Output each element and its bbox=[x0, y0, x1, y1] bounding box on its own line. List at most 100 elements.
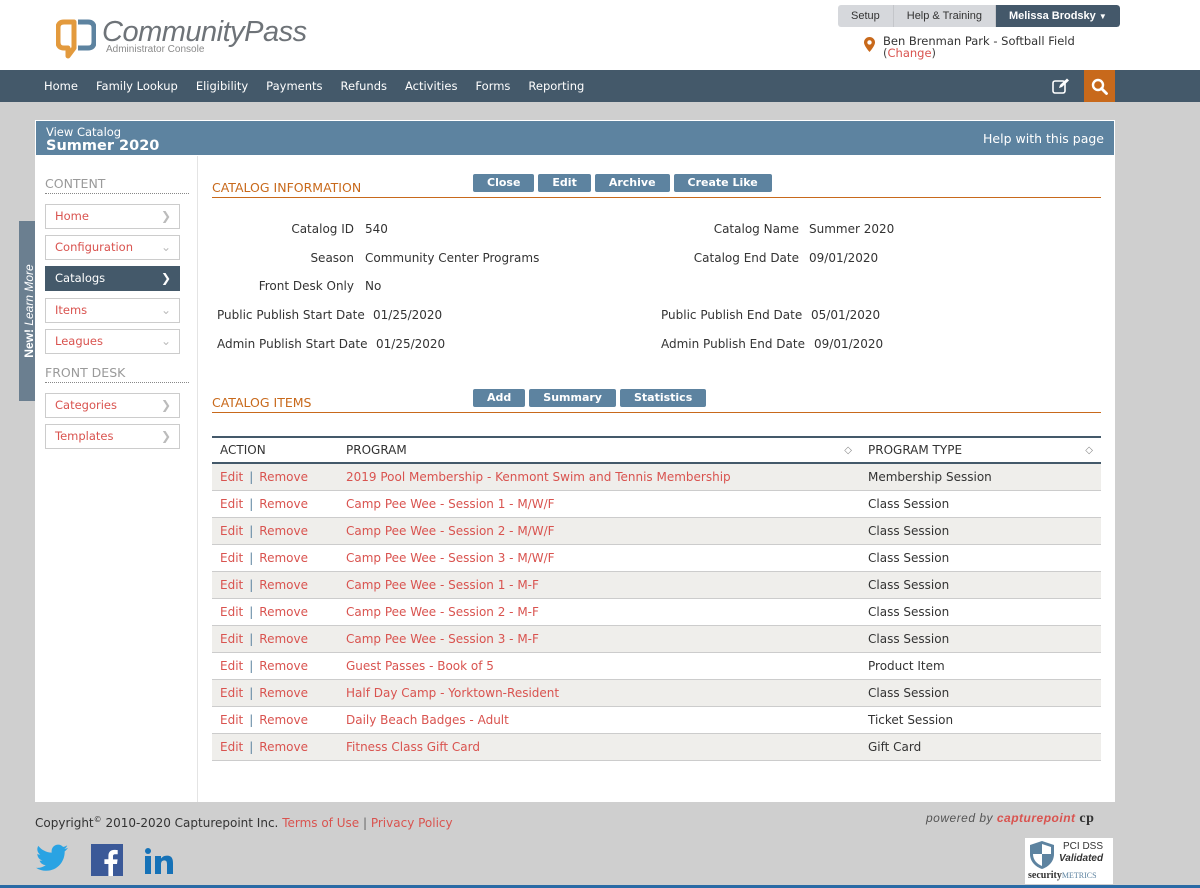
archive-button[interactable]: Archive bbox=[594, 174, 670, 192]
action-cell: Edit | Remove bbox=[212, 517, 338, 545]
nav-eligibility[interactable]: Eligibility bbox=[187, 70, 257, 102]
action-cell: Edit | Remove bbox=[212, 463, 338, 491]
column-header-program-type[interactable]: PROGRAM TYPE ◇ bbox=[860, 436, 1101, 464]
program-link[interactable]: Camp Pee Wee - Session 3 - M-F bbox=[346, 632, 539, 646]
action-separator: | bbox=[249, 604, 254, 619]
program-type-cell: Class Session bbox=[860, 679, 1101, 707]
program-link[interactable]: Camp Pee Wee - Session 2 - M/W/F bbox=[346, 524, 555, 538]
sidebar-item-templates[interactable]: Templates ❯ bbox=[45, 424, 180, 449]
table-row: Edit | Remove Camp Pee Wee - Session 2 - M/… bbox=[212, 517, 1101, 545]
remove-link[interactable]: Remove bbox=[259, 605, 308, 619]
edit-link[interactable]: Edit bbox=[220, 632, 243, 646]
front-desk-heading: FRONT DESK bbox=[45, 365, 189, 383]
program-cell: Camp Pee Wee - Session 1 - M-F bbox=[338, 571, 860, 599]
program-link[interactable]: Camp Pee Wee - Session 1 - M/W/F bbox=[346, 497, 555, 511]
column-header-program[interactable]: PROGRAM ◇ bbox=[338, 436, 860, 464]
remove-link[interactable]: Remove bbox=[259, 632, 308, 646]
sidebar-item-configuration[interactable]: Configuration ⌄ bbox=[45, 235, 180, 260]
chevron-down-icon: ⌄ bbox=[160, 334, 171, 348]
sidebar-item-items[interactable]: Items ⌄ bbox=[45, 298, 180, 323]
remove-link[interactable]: Remove bbox=[259, 551, 308, 565]
edit-icon[interactable] bbox=[1046, 70, 1076, 102]
sidebar-item-leagues[interactable]: Leagues ⌄ bbox=[45, 329, 180, 354]
summary-button[interactable]: Summary bbox=[529, 389, 616, 407]
communitypass-logo[interactable]: CommunityPass Administrator Console bbox=[55, 16, 307, 62]
program-link[interactable]: Half Day Camp - Yorktown-Resident bbox=[346, 686, 559, 700]
remove-link[interactable]: Remove bbox=[259, 578, 308, 592]
nav-forms[interactable]: Forms bbox=[466, 70, 519, 102]
remove-link[interactable]: Remove bbox=[259, 497, 308, 511]
catalog-information-header: CATALOG INFORMATION Close Edit Archive C… bbox=[212, 174, 1101, 198]
edit-link[interactable]: Edit bbox=[220, 470, 243, 484]
pci-dss-badge[interactable]: PCI DSS Validated securityMETRICS bbox=[1025, 838, 1113, 884]
page-subtitle: View Catalog bbox=[46, 125, 122, 139]
program-cell: Camp Pee Wee - Session 2 - M-F bbox=[338, 598, 860, 626]
powered-by-capturepoint[interactable]: powered by capturepoint cp bbox=[926, 811, 1094, 827]
catalog-items-header: CATALOG ITEMS Add Summary Statistics bbox=[212, 389, 1101, 413]
nav-home[interactable]: Home bbox=[35, 70, 87, 102]
facebook-icon[interactable] bbox=[91, 844, 123, 879]
remove-link[interactable]: Remove bbox=[259, 740, 308, 754]
remove-link[interactable]: Remove bbox=[259, 686, 308, 700]
remove-link[interactable]: Remove bbox=[259, 470, 308, 484]
help-with-page-link[interactable]: Help with this page bbox=[983, 131, 1104, 146]
column-header-action: ACTION bbox=[212, 436, 338, 464]
sidebar-item-catalogs[interactable]: Catalogs ❯ bbox=[45, 266, 180, 291]
linkedin-icon[interactable] bbox=[145, 848, 177, 877]
main-nav: Home Family Lookup Eligibility Payments … bbox=[0, 70, 1200, 102]
close-button[interactable]: Close bbox=[473, 174, 535, 192]
search-icon[interactable] bbox=[1084, 70, 1115, 102]
edit-link[interactable]: Edit bbox=[220, 578, 243, 592]
privacy-policy-link[interactable]: Privacy Policy bbox=[371, 816, 453, 830]
copyright: Copyright© 2010-2020 Capturepoint Inc. T… bbox=[35, 815, 453, 830]
nav-activities[interactable]: Activities bbox=[396, 70, 466, 102]
edit-link[interactable]: Edit bbox=[220, 659, 243, 673]
program-link[interactable]: 2019 Pool Membership - Kenmont Swim and … bbox=[346, 470, 731, 484]
program-link[interactable]: Camp Pee Wee - Session 3 - M/W/F bbox=[346, 551, 555, 565]
catalog-items-table: ACTION PROGRAM ◇ PROGRAM TYPE ◇ Edit | Remov… bbox=[212, 436, 1101, 761]
learn-more-label: Learn More bbox=[22, 264, 36, 326]
pci-line2: Validated bbox=[1059, 853, 1104, 864]
edit-link[interactable]: Edit bbox=[220, 686, 243, 700]
edit-link[interactable]: Edit bbox=[220, 497, 243, 511]
edit-button[interactable]: Edit bbox=[538, 174, 591, 192]
terms-of-use-link[interactable]: Terms of Use bbox=[282, 816, 359, 830]
help-training-tab[interactable]: Help & Training bbox=[893, 5, 996, 27]
remove-link[interactable]: Remove bbox=[259, 713, 308, 727]
sidebar-item-home[interactable]: Home ❯ bbox=[45, 204, 180, 229]
nav-family-lookup[interactable]: Family Lookup bbox=[87, 70, 187, 102]
admin-publish-end-value: 09/01/2020 bbox=[814, 337, 884, 351]
action-separator: | bbox=[249, 712, 254, 727]
sort-icon[interactable]: ◇ bbox=[844, 445, 852, 456]
user-menu[interactable]: Melissa Brodsky ▼ bbox=[995, 5, 1120, 27]
edit-link[interactable]: Edit bbox=[220, 713, 243, 727]
remove-link[interactable]: Remove bbox=[259, 524, 308, 538]
catalog-end-date-value: 09/01/2020 bbox=[809, 251, 879, 265]
sort-icon[interactable]: ◇ bbox=[1085, 445, 1093, 456]
nav-refunds[interactable]: Refunds bbox=[332, 70, 396, 102]
program-link[interactable]: Daily Beach Badges - Adult bbox=[346, 713, 509, 727]
logo-title: CommunityPass bbox=[102, 16, 307, 48]
catalog-id-value: 540 bbox=[365, 222, 388, 236]
program-link[interactable]: Fitness Class Gift Card bbox=[346, 740, 480, 754]
program-cell: Camp Pee Wee - Session 3 - M/W/F bbox=[338, 544, 860, 572]
change-location-link[interactable]: Change bbox=[888, 46, 932, 60]
program-link[interactable]: Camp Pee Wee - Session 2 - M-F bbox=[346, 605, 539, 619]
nav-payments[interactable]: Payments bbox=[257, 70, 331, 102]
edit-link[interactable]: Edit bbox=[220, 740, 243, 754]
statistics-button[interactable]: Statistics bbox=[619, 389, 707, 407]
remove-link[interactable]: Remove bbox=[259, 659, 308, 673]
add-button[interactable]: Add bbox=[473, 389, 526, 407]
program-link[interactable]: Guest Passes - Book of 5 bbox=[346, 659, 494, 673]
create-like-button[interactable]: Create Like bbox=[673, 174, 772, 192]
sidebar-item-label: Leagues bbox=[55, 334, 103, 348]
setup-tab[interactable]: Setup bbox=[838, 5, 894, 27]
twitter-icon[interactable] bbox=[36, 844, 68, 875]
table-row: Edit | Remove 2019 Pool Membership - Kenmon… bbox=[212, 463, 1101, 491]
nav-reporting[interactable]: Reporting bbox=[519, 70, 593, 102]
sidebar-item-categories[interactable]: Categories ❯ bbox=[45, 393, 180, 418]
program-link[interactable]: Camp Pee Wee - Session 1 - M-F bbox=[346, 578, 539, 592]
edit-link[interactable]: Edit bbox=[220, 524, 243, 538]
edit-link[interactable]: Edit bbox=[220, 551, 243, 565]
edit-link[interactable]: Edit bbox=[220, 605, 243, 619]
